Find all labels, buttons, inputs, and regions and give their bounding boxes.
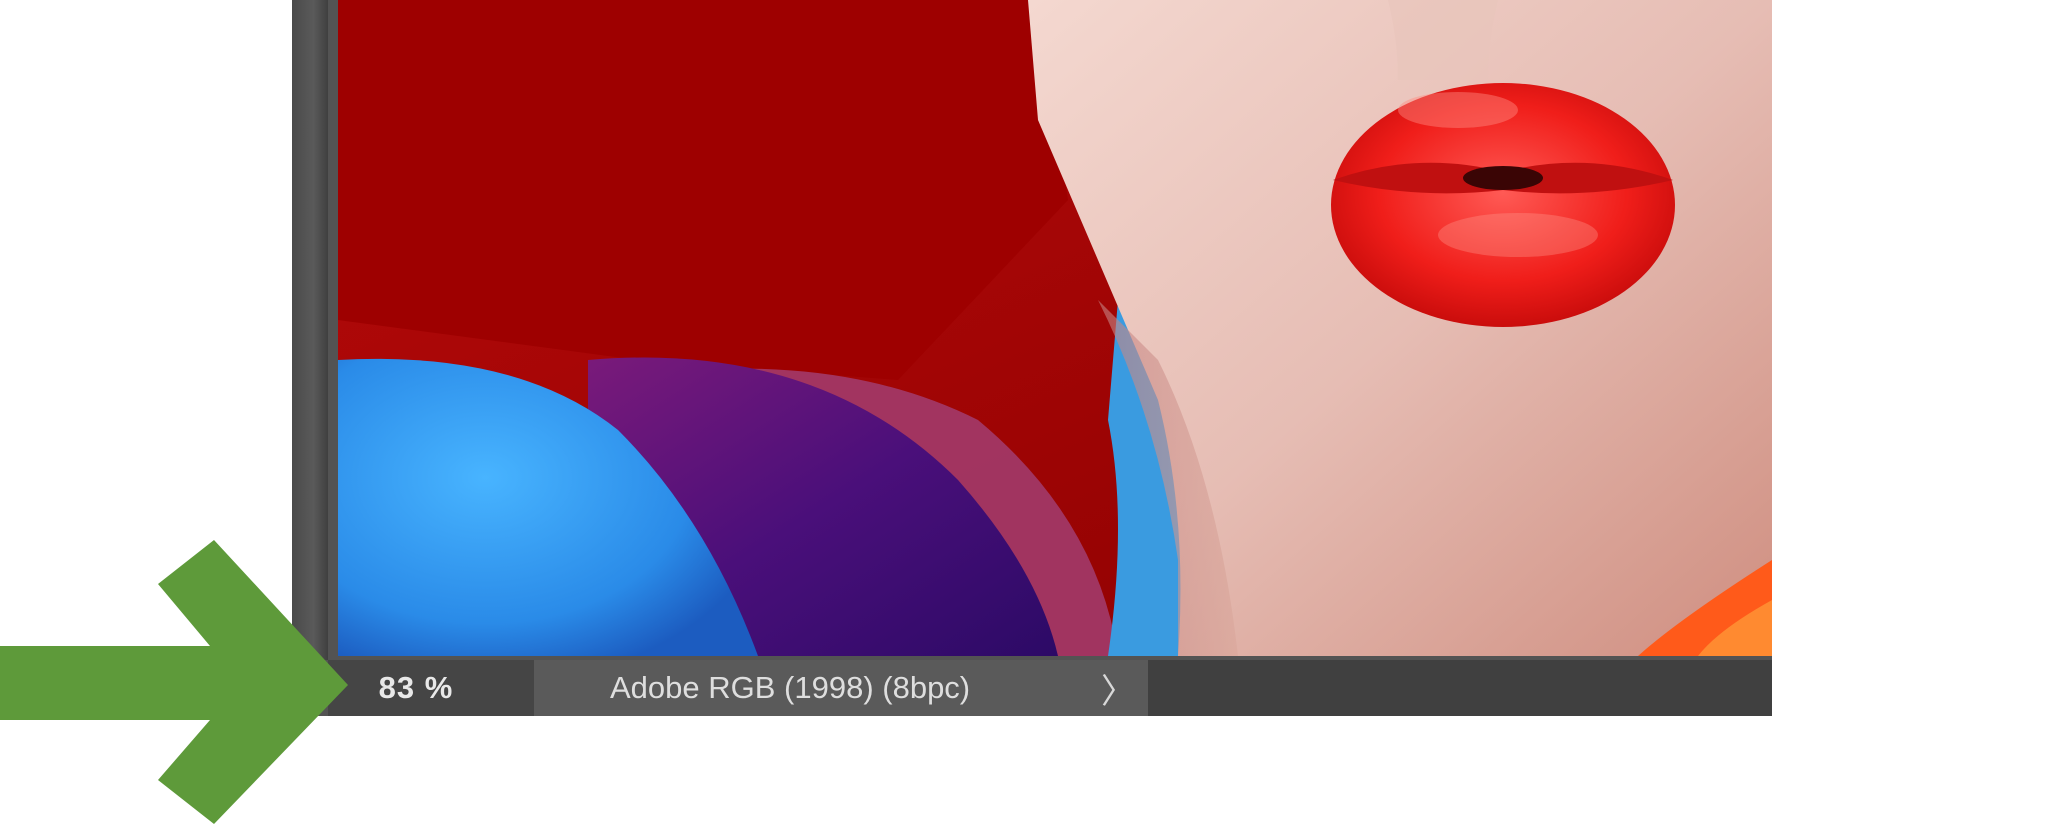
- arrow-right-icon: [0, 540, 348, 824]
- status-bar: 83 % Adobe RGB (1998) (8bpc) 〉: [328, 660, 1772, 716]
- document-profile-text: Adobe RGB (1998) (8bpc): [610, 670, 971, 705]
- annotation-arrow-shape: [0, 540, 348, 824]
- image-canvas[interactable]: [338, 0, 1772, 656]
- status-bar-empty-area: [1148, 660, 1772, 716]
- chevron-right-icon[interactable]: 〉: [1098, 660, 1138, 716]
- document-info-field[interactable]: Adobe RGB (1998) (8bpc) 〉: [534, 660, 1148, 716]
- zoom-level-text: 83 %: [378, 670, 454, 705]
- canvas-photo: [338, 0, 1772, 656]
